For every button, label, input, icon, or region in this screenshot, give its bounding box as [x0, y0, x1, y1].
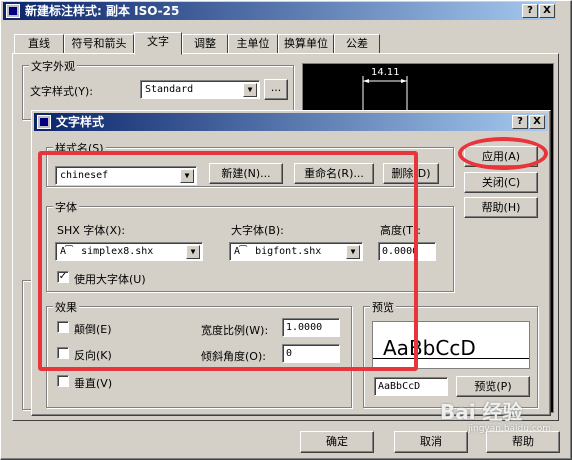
inner-title: 文字样式: [56, 115, 105, 129]
text-appearance-legend: 文字外观: [29, 58, 77, 74]
outer-title: 新建标注样式: 副本 ISO-25: [25, 4, 180, 18]
ok-button[interactable]: 确定: [300, 431, 374, 453]
vertical-checkbox[interactable]: [57, 375, 69, 387]
app-icon: [6, 4, 20, 18]
watermark-logo: Bai 经验: [440, 396, 523, 425]
inner-titlebar: 文字样式 ? X: [34, 113, 548, 131]
chevron-down-icon[interactable]: ▼: [243, 83, 257, 97]
tab-lines[interactable]: 直线: [14, 34, 64, 54]
text-style-combo[interactable]: Standard ▼: [140, 80, 260, 99]
tab-primary-units[interactable]: 主单位: [228, 34, 278, 54]
annotation-highlight-oval: [458, 137, 548, 170]
inner-close-button[interactable]: X: [529, 115, 545, 129]
text-style-label: 文字样式(Y):: [30, 85, 94, 98]
vertical-label: 垂直(V): [74, 377, 113, 390]
close-dialog-button[interactable]: 关闭(C): [464, 172, 538, 193]
watermark-text: Bai 经验: [440, 400, 523, 424]
outer-close-button[interactable]: X: [539, 4, 555, 18]
outer-help-button[interactable]: ?: [522, 4, 538, 18]
cancel-button[interactable]: 取消: [394, 431, 468, 453]
tab-text[interactable]: 文字: [134, 32, 182, 55]
text-style-value: Standard: [145, 84, 194, 95]
annotation-highlight-rectangle: [38, 151, 418, 371]
inner-help-button[interactable]: ?: [512, 115, 528, 129]
tab-tolerances[interactable]: 公差: [334, 34, 380, 54]
help-bottom-button[interactable]: 帮助: [486, 431, 560, 453]
tab-symbols-arrows[interactable]: 符号和箭头: [64, 34, 134, 54]
tab-fit[interactable]: 调整: [182, 34, 228, 54]
preview-button[interactable]: 预览(P): [456, 376, 530, 397]
help-dialog-button[interactable]: 帮助(H): [464, 197, 538, 218]
tab-alternate-units[interactable]: 换算单位: [278, 34, 334, 54]
app-icon: [37, 115, 51, 129]
outer-titlebar: 新建标注样式: 副本 ISO-25 ? X: [3, 2, 556, 20]
preview-dimension-text: 14.11: [371, 67, 400, 78]
text-style-ellipsis-button[interactable]: ...: [264, 79, 288, 100]
watermark-url: jingyan.baidu.com: [468, 424, 552, 434]
preview-text-input[interactable]: AaBbCcD: [374, 377, 448, 396]
preview-input-value: AaBbCcD: [378, 381, 421, 392]
